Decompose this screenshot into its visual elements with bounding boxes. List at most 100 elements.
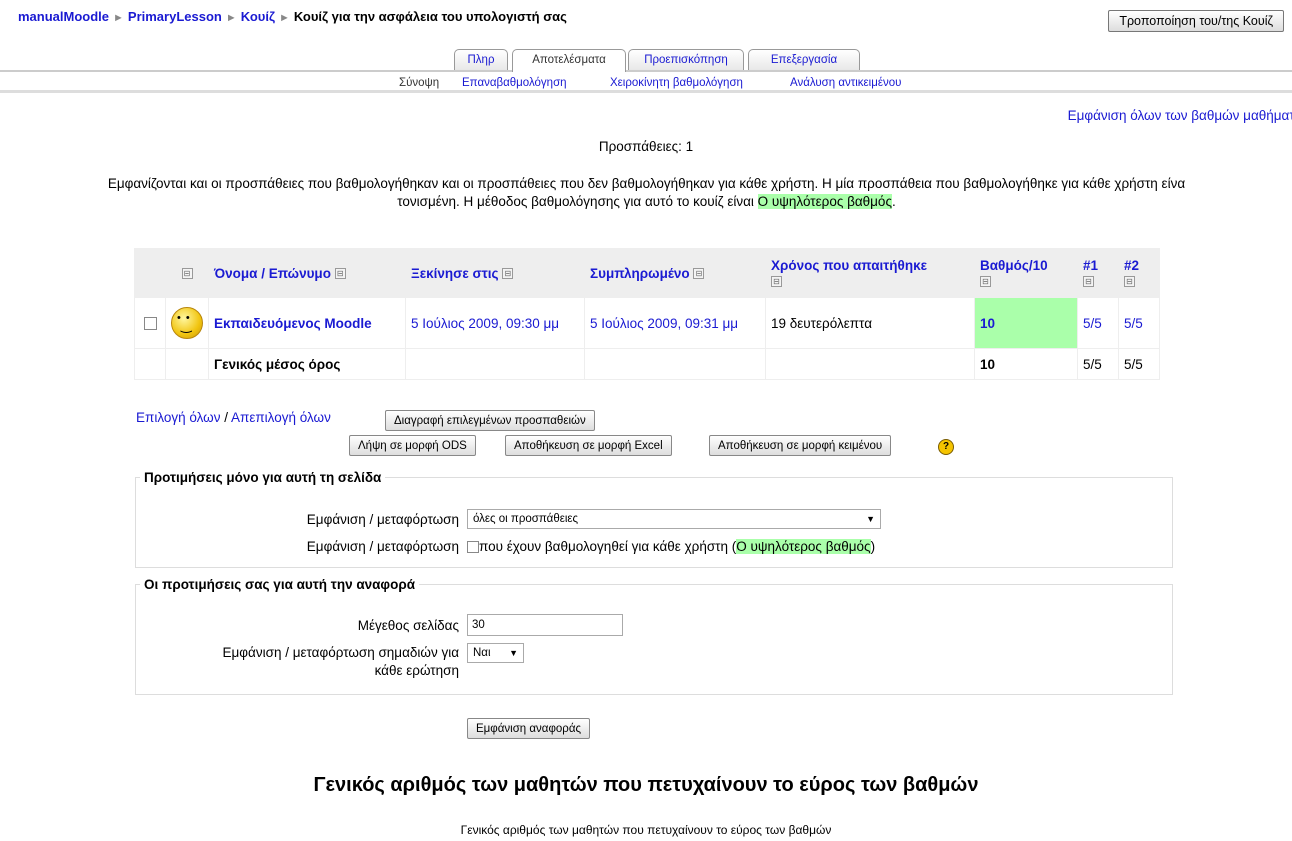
- show-all-course-grades-link[interactable]: Εμφάνιση όλων των βαθμών μαθήματο: [1068, 108, 1292, 123]
- tab-preview[interactable]: Προεπισκόπηση: [628, 49, 744, 70]
- grade-range-heading: Γενικός αριθμός των μαθητών που πετυχαίν…: [313, 774, 979, 796]
- selection-slash: /: [224, 410, 228, 425]
- header-q2-label[interactable]: #2: [1124, 258, 1139, 273]
- q1-cell: 5/5: [1077, 297, 1119, 349]
- row-checkbox-cell: [134, 297, 166, 349]
- started-link[interactable]: 5 Ιούλιος 2009, 09:30 μμ: [411, 316, 559, 331]
- user-picture-cell: [165, 297, 209, 349]
- info-line-2-suffix: .: [891, 194, 896, 209]
- collapse-icon[interactable]: ⊟: [181, 268, 193, 280]
- subtab-item-analysis[interactable]: Ανάλυση αντικειμένου: [790, 77, 901, 89]
- collapse-icon[interactable]: ⊟: [771, 275, 782, 287]
- graded-only-checkbox[interactable]: [467, 541, 479, 554]
- collapse-icon[interactable]: ⊟: [693, 268, 705, 280]
- chevron-down-icon: ▼: [509, 648, 518, 658]
- header-time-taken[interactable]: Χρόνος που απαιτήθηκε ⊟: [765, 248, 975, 298]
- header-started-label[interactable]: Ξεκίνησε στις: [411, 266, 499, 281]
- user-avatar[interactable]: [171, 307, 203, 339]
- tab-edit[interactable]: Επεξεργασία: [748, 49, 860, 70]
- completed-link[interactable]: 5 Ιούλιος 2009, 09:31 μμ: [590, 316, 738, 331]
- tab-info[interactable]: Πληρ: [454, 49, 508, 70]
- header-q2[interactable]: #2 ⊟: [1118, 248, 1160, 298]
- header-picture-col: ⊟: [165, 248, 209, 298]
- header-name-label[interactable]: Όνομα / Επώνυμο: [214, 266, 331, 281]
- header-completed[interactable]: Συμπληρωμένο ⊟: [584, 248, 766, 298]
- header-q1[interactable]: #1 ⊟: [1077, 248, 1119, 298]
- avg-empty-cell: [405, 348, 585, 380]
- subtab-bar-line: [0, 90, 1292, 93]
- row-checkbox[interactable]: [143, 317, 157, 331]
- download-excel-button[interactable]: Αποθήκευση σε μορφή Excel: [505, 435, 672, 456]
- page-preferences-legend: Προτιμήσεις μόνο για αυτή τη σελίδα: [144, 470, 382, 485]
- attempts-select[interactable]: όλες οι προσπάθειες ▼: [467, 509, 881, 529]
- grade-link[interactable]: 10: [980, 316, 995, 331]
- download-ods-button[interactable]: Λήψη σε μορφή ODS: [349, 435, 476, 456]
- tab-results[interactable]: Αποτελέσματα: [512, 49, 626, 72]
- info-line-2: τονισμένη. Η μέθοδος βαθμολόγησης για αυ…: [0, 193, 1292, 211]
- collapse-icon[interactable]: ⊟: [1124, 275, 1135, 287]
- marks-label-line-1: Εμφάνιση / μεταφόρτωση σημαδιών για: [222, 645, 459, 660]
- q2-link[interactable]: 5/5: [1124, 316, 1143, 331]
- page-size-input[interactable]: 30: [467, 614, 623, 636]
- breadcrumb-course[interactable]: PrimaryLesson: [128, 9, 222, 24]
- help-icon[interactable]: ?: [938, 439, 954, 455]
- header-grade[interactable]: Βαθμός/10 ⊟: [974, 248, 1078, 298]
- attempts-count: Προσπάθειες: 1: [598, 139, 694, 154]
- collapse-icon[interactable]: ⊟: [502, 268, 514, 280]
- average-q1: 5/5: [1077, 348, 1119, 380]
- info-line-2-text: τονισμένη. Η μέθοδος βαθμολόγησης για αυ…: [397, 194, 758, 209]
- marks-label: Εμφάνιση / μεταφόρτωση σημαδιών για κάθε…: [223, 644, 459, 680]
- graded-only-label: που έχουν βαθμολογηθεί για κάθε χρήστη (: [479, 539, 737, 554]
- selection-links: Επιλογή όλων / Απεπιλογή όλων: [136, 410, 331, 425]
- header-time-taken-label[interactable]: Χρόνος που απαιτήθηκε: [771, 258, 927, 273]
- attempts-select-value: όλες οι προσπάθειες: [473, 513, 579, 525]
- marks-select[interactable]: Ναι ▼: [467, 643, 524, 663]
- subtab-regrade[interactable]: Επαναβαθμολόγηση: [462, 77, 567, 89]
- edit-quiz-button[interactable]: Τροποποίηση του/της Κουίζ: [1108, 10, 1284, 32]
- subtab-overview[interactable]: Σύνοψη: [399, 77, 439, 89]
- average-row: Γενικός μέσος όρος 10 5/5 5/5: [134, 348, 1160, 380]
- delete-selected-attempts-button[interactable]: Διαγραφή επιλεγμένων προσπαθειών: [385, 410, 595, 431]
- navbar: manualMoodle ► PrimaryLesson ► Κουίζ ► Κουίζ γ…: [0, 0, 1292, 40]
- graded-only-option: που έχουν βαθμολογηθεί για κάθε χρήστη (…: [467, 539, 875, 554]
- show-report-button[interactable]: Εμφάνιση αναφοράς: [467, 718, 591, 739]
- attempts-info-text: Εμφανίζονται και οι προσπάθειες που βαθμ…: [0, 175, 1292, 211]
- user-name-link[interactable]: Εκπαιδευόμενος Moodle: [214, 316, 372, 331]
- header-q1-label[interactable]: #1: [1083, 258, 1098, 273]
- header-grade-label[interactable]: Βαθμός/10: [980, 258, 1048, 273]
- breadcrumb-course-site[interactable]: manualMoodle: [18, 9, 109, 24]
- deselect-all-link[interactable]: Απεπιλογή όλων: [231, 410, 331, 425]
- completed-cell: 5 Ιούλιος 2009, 09:31 μμ: [584, 297, 766, 349]
- avg-empty-cell: [765, 348, 975, 380]
- header-completed-label[interactable]: Συμπληρωμένο: [590, 266, 690, 281]
- table-row: Εκπαιδευόμενος Moodle 5 Ιούλιος 2009, 09…: [134, 297, 1160, 349]
- time-taken-cell: 19 δευτερόλεπτα: [765, 297, 975, 349]
- marks-label-line-2: κάθε ερώτηση: [374, 663, 459, 678]
- average-grade: 10: [974, 348, 1078, 380]
- show-graded-label: Εμφάνιση / μεταφόρτωση: [306, 539, 459, 554]
- collapse-icon[interactable]: ⊟: [334, 268, 346, 280]
- select-all-link[interactable]: Επιλογή όλων: [136, 410, 220, 425]
- header-checkbox-col: [134, 248, 166, 298]
- q1-link[interactable]: 5/5: [1083, 316, 1102, 331]
- subtab-manual-grading[interactable]: Χειροκίνητη βαθμολόγηση: [610, 77, 743, 89]
- tab-bar-line: [0, 70, 1292, 72]
- table-header-row: ⊟ Όνομα / Επώνυμο ⊟ Ξεκίνησε στις ⊟ Συμπ…: [134, 248, 1160, 298]
- download-text-button[interactable]: Αποθήκευση σε μορφή κειμένου: [709, 435, 892, 456]
- graded-only-suffix: ): [870, 539, 876, 554]
- info-line-1: Εμφανίζονται και οι προσπάθειες που βαθμ…: [107, 176, 1186, 191]
- avg-empty-cell: [165, 348, 209, 380]
- average-label: Γενικός μέσος όρος: [208, 348, 406, 380]
- chevron-down-icon: ▼: [866, 514, 875, 524]
- graded-method-highlight: Ο υψηλότερος βαθμός: [736, 539, 871, 554]
- breadcrumb: manualMoodle ► PrimaryLesson ► Κουίζ ► Κουίζ γ…: [18, 9, 567, 24]
- started-cell: 5 Ιούλιος 2009, 09:30 μμ: [405, 297, 585, 349]
- collapse-icon[interactable]: ⊟: [1083, 275, 1094, 287]
- header-name[interactable]: Όνομα / Επώνυμο ⊟: [208, 248, 406, 298]
- grade-cell: 10: [974, 297, 1078, 349]
- breadcrumb-quizzes[interactable]: Κουίζ: [241, 9, 275, 24]
- collapse-icon[interactable]: ⊟: [980, 275, 991, 287]
- header-started[interactable]: Ξεκίνησε στις ⊟: [405, 248, 585, 298]
- avg-empty-cell: [584, 348, 766, 380]
- average-q2: 5/5: [1118, 348, 1160, 380]
